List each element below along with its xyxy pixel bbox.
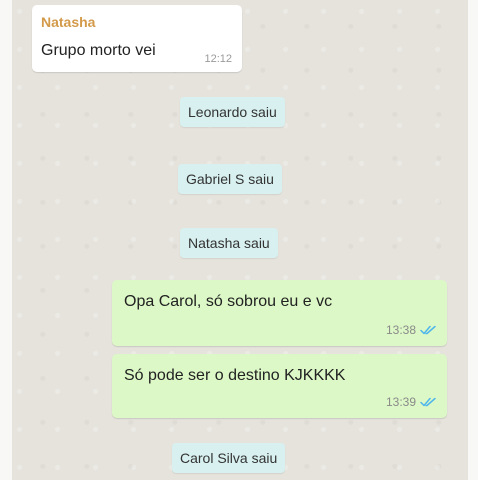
sender-name: Natasha [41, 14, 96, 30]
system-notice: Leonardo saiu [180, 97, 285, 127]
message-time: 13:38 [385, 323, 416, 337]
double-check-icon [420, 397, 436, 407]
message-text: Grupo morto vei [41, 42, 156, 59]
message-time: 12:12 [204, 53, 232, 65]
chat-screen: Natasha Grupo morto vei 12:12 Leonardo s… [12, 0, 468, 480]
system-notice: Gabriel S saiu [178, 164, 282, 194]
message-time: 13:39 [385, 395, 416, 409]
system-notice: Natasha saiu [180, 228, 278, 258]
incoming-message[interactable]: Natasha Grupo morto vei 12:12 [32, 5, 242, 72]
message-meta: 13:39 [386, 395, 437, 409]
message-text: Só pode ser o destino KJKKKK [124, 367, 346, 384]
system-notice: Carol Silva saiu [172, 443, 286, 473]
double-check-icon [420, 325, 436, 335]
message-meta: 13:38 [386, 323, 437, 337]
message-text: Opa Carol, só sobrou eu e vc [124, 293, 333, 310]
outgoing-message[interactable]: Opa Carol, só sobrou eu e vc 13:38 [112, 280, 447, 346]
outgoing-message[interactable]: Só pode ser o destino KJKKKK 13:39 [112, 354, 447, 418]
